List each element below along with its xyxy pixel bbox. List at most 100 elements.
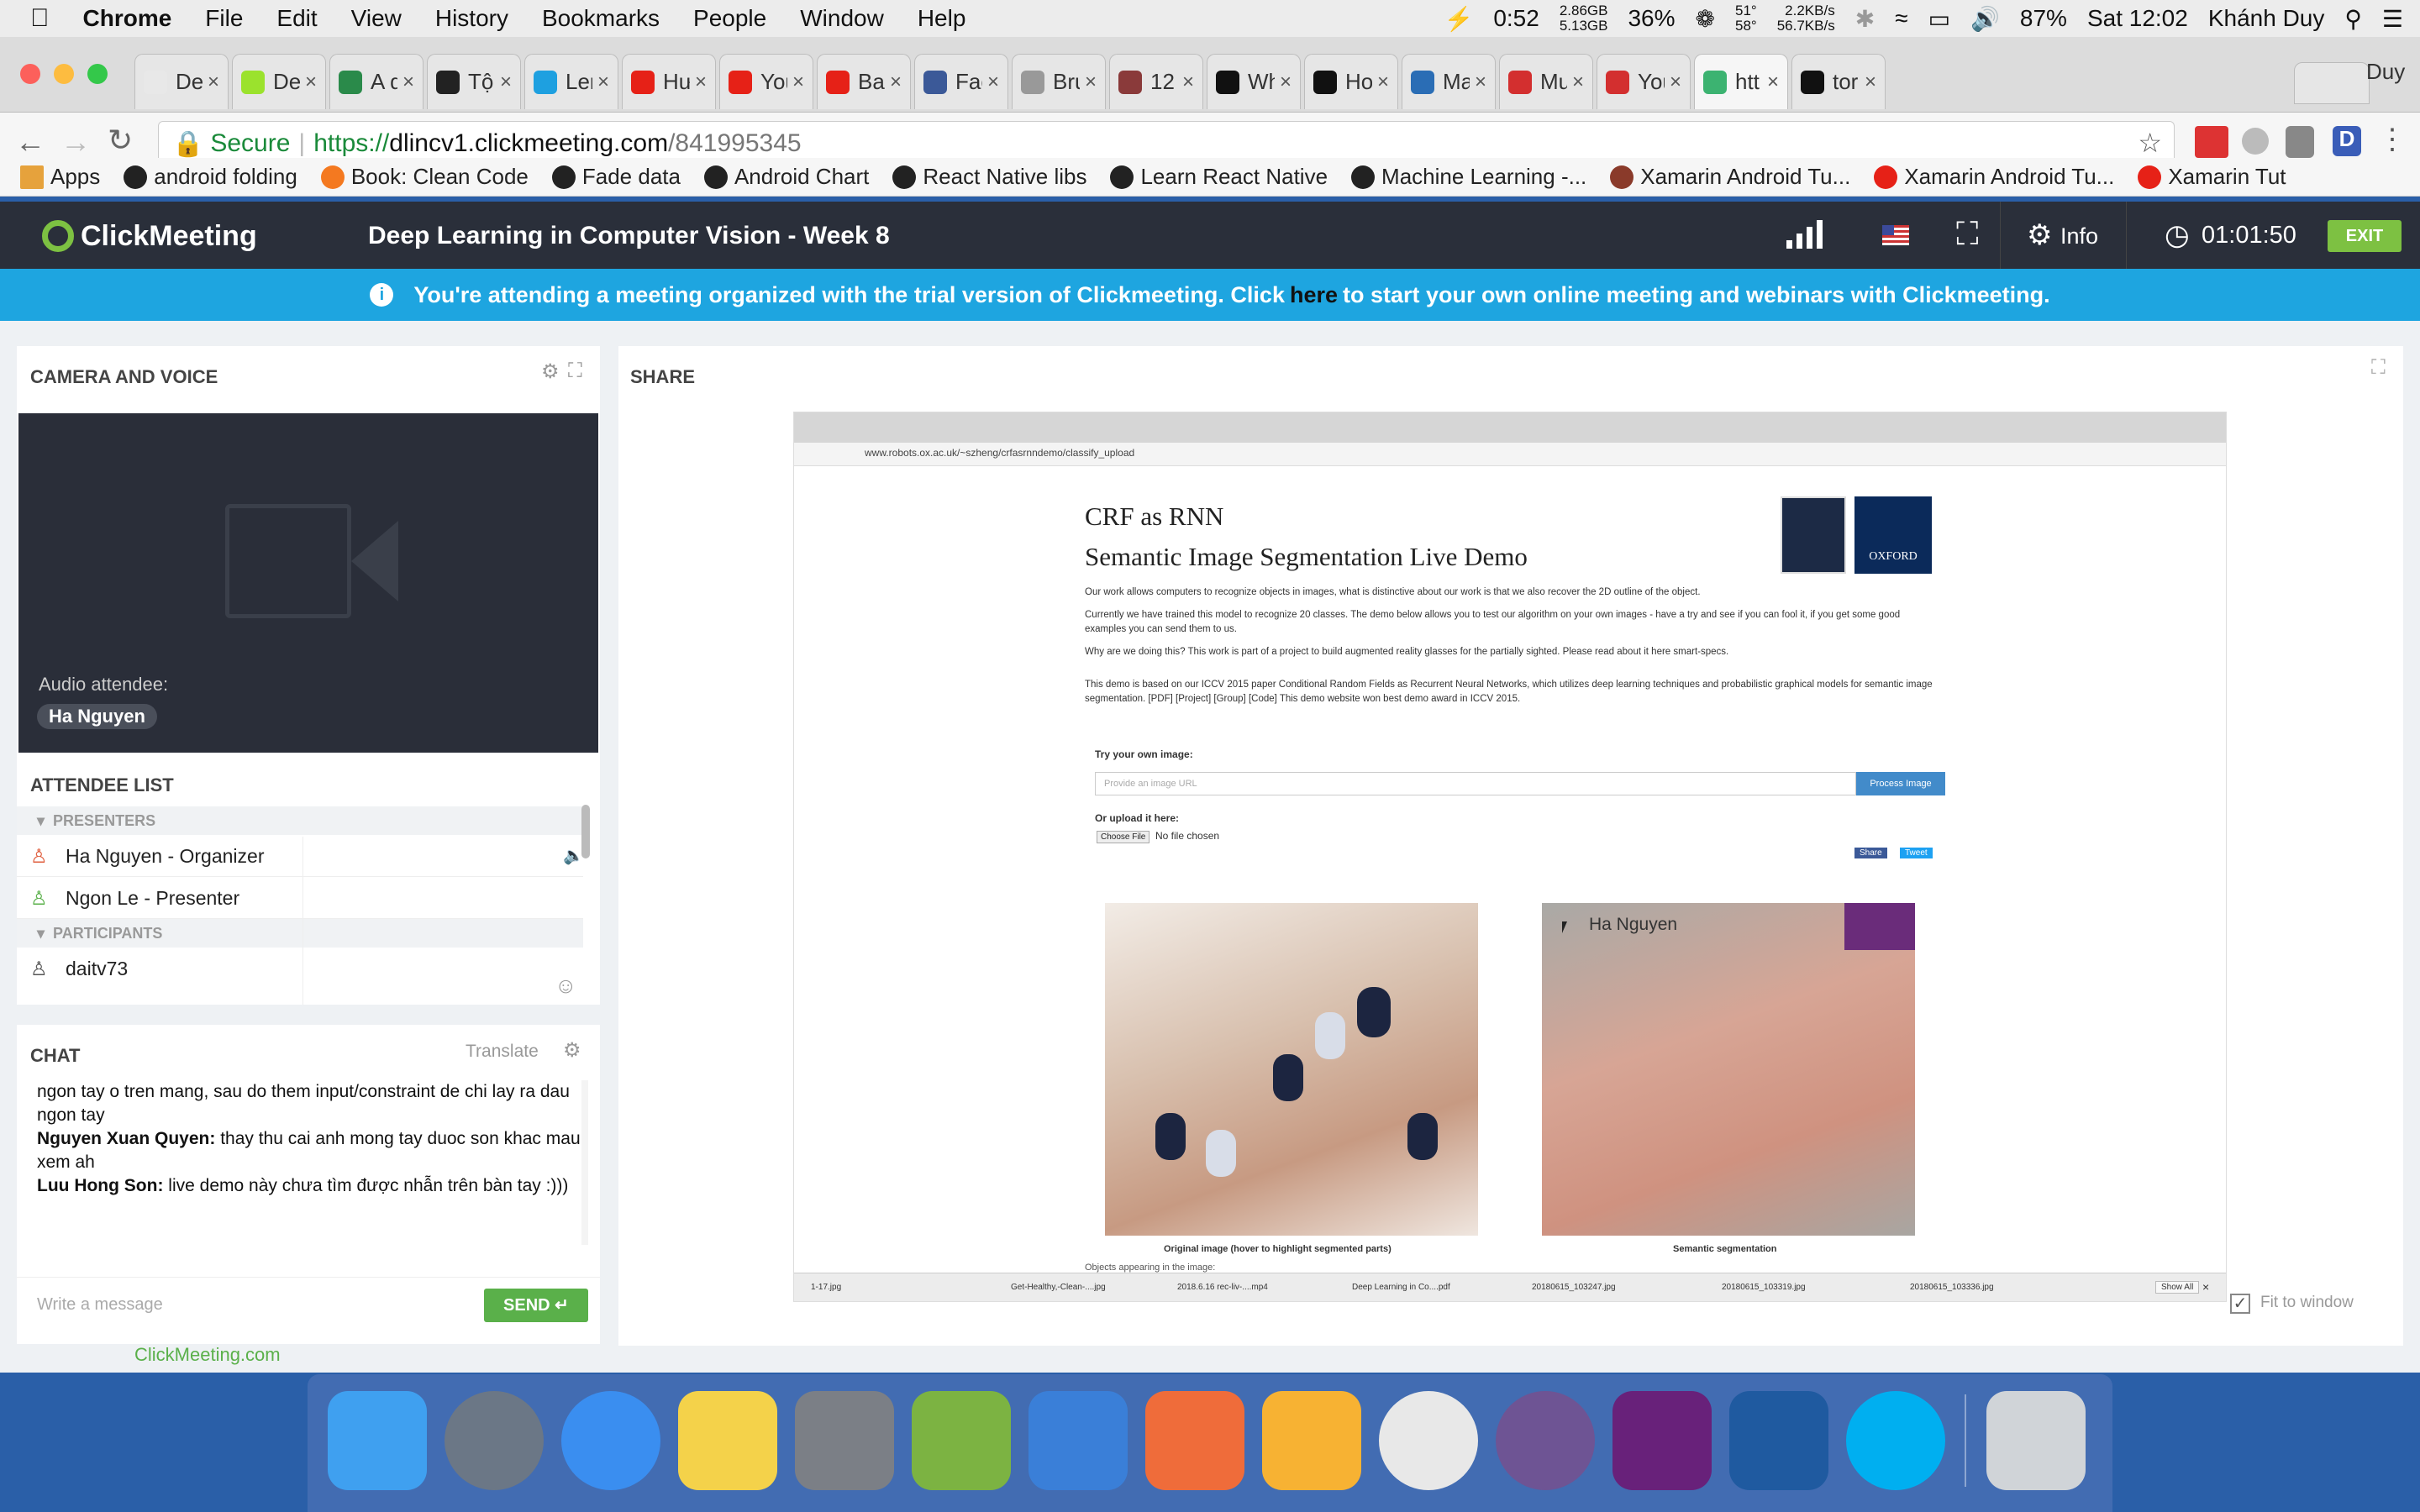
close-tab-icon[interactable]: × xyxy=(1085,71,1097,94)
airplay-icon[interactable]: ▭ xyxy=(1928,5,1950,33)
send-button[interactable]: SEND ↵ xyxy=(484,1289,588,1322)
browser-tab[interactable]: A d× xyxy=(329,54,424,109)
close-tab-icon[interactable]: × xyxy=(597,71,609,94)
battery-percent[interactable]: 87% xyxy=(2020,5,2067,32)
browser-tab[interactable]: Ho × xyxy=(1304,54,1398,109)
android-studio-icon[interactable] xyxy=(912,1391,1011,1490)
camera-expand-icon[interactable]: ⛶ xyxy=(568,360,582,383)
choose-file-button[interactable]: Choose File xyxy=(1097,831,1150,843)
close-tab-icon[interactable]: × xyxy=(305,71,317,94)
close-tab-icon[interactable]: × xyxy=(208,71,219,94)
vscode-icon[interactable] xyxy=(1729,1391,1828,1490)
github-icon[interactable] xyxy=(1496,1391,1595,1490)
fullscreen-icon[interactable]: ⛶ xyxy=(1956,217,1979,253)
close-tab-icon[interactable]: × xyxy=(1377,71,1389,94)
browser-tab[interactable]: torr× xyxy=(1791,54,1886,109)
browser-tab[interactable]: Mu× xyxy=(1499,54,1593,109)
segmentation-image[interactable]: Ha Nguyen xyxy=(1542,903,1915,1236)
browser-tab[interactable]: Bru× xyxy=(1012,54,1106,109)
sketch-icon[interactable] xyxy=(1262,1391,1361,1490)
info-button[interactable]: Info xyxy=(2060,223,2098,249)
notification-center-icon[interactable]: ☰ xyxy=(2382,5,2403,33)
browser-tab[interactable]: 12 × xyxy=(1109,54,1203,109)
close-tab-icon[interactable]: × xyxy=(1182,71,1194,94)
signal-strength-icon[interactable] xyxy=(1786,220,1823,249)
back-icon[interactable]: ← xyxy=(15,124,45,160)
close-tab-icon[interactable]: × xyxy=(890,71,902,94)
close-tab-icon[interactable]: × xyxy=(1767,71,1779,94)
browser-tab[interactable]: htt × xyxy=(1694,54,1788,109)
chat-settings-icon[interactable]: ⚙ xyxy=(563,1038,581,1063)
browser-tab[interactable]: Bac× xyxy=(817,54,911,109)
chat-input[interactable]: Write a message xyxy=(37,1295,163,1315)
new-tab-button[interactable] xyxy=(2294,62,2370,104)
attendee-row[interactable]: ♙ daitv73 xyxy=(17,948,583,990)
close-tab-icon[interactable]: × xyxy=(1280,71,1292,94)
skype-icon[interactable] xyxy=(1846,1391,1945,1490)
xcode-icon[interactable] xyxy=(1028,1391,1128,1490)
itunes-icon[interactable] xyxy=(561,1391,660,1490)
close-tab-icon[interactable]: × xyxy=(987,71,999,94)
bookmark-item[interactable]: Android Chart xyxy=(703,164,869,190)
download-item[interactable]: 20180615_103247.jpg xyxy=(1532,1283,1616,1292)
show-all-downloads-button[interactable]: Show All xyxy=(2155,1281,2200,1294)
language-flag-icon[interactable] xyxy=(1882,225,1909,245)
download-item[interactable]: 20180615_103336.jpg xyxy=(1910,1283,1994,1292)
dashlane-extension-icon[interactable]: D xyxy=(2333,126,2361,156)
menu-view[interactable]: View xyxy=(351,5,402,32)
camera-settings-icon[interactable]: ⚙ xyxy=(541,360,560,384)
menu-file[interactable]: File xyxy=(205,5,243,32)
attendee-scrollbar[interactable] xyxy=(581,805,590,858)
browser-tab[interactable]: Dee× xyxy=(134,54,229,109)
battery-status-icon[interactable]: ⚡ xyxy=(1444,5,1473,33)
forward-icon[interactable]: → xyxy=(60,124,91,160)
bookmark-item[interactable]: Learn React Native xyxy=(1110,164,1328,190)
browser-tab[interactable]: Dee× xyxy=(232,54,326,109)
close-downloads-icon[interactable]: × xyxy=(2202,1280,2209,1294)
menu-bookmarks[interactable]: Bookmarks xyxy=(542,5,660,32)
trash-icon[interactable] xyxy=(1986,1391,2086,1490)
browser-tab[interactable]: You× xyxy=(719,54,813,109)
bookmark-item[interactable]: Fade data xyxy=(551,164,681,190)
wifi-icon[interactable]: ≈ xyxy=(1895,5,1907,32)
browser-tab[interactable]: Tội× xyxy=(427,54,521,109)
launchpad-icon[interactable] xyxy=(445,1391,544,1490)
browser-tab[interactable]: You× xyxy=(1597,54,1691,109)
close-tab-icon[interactable]: × xyxy=(695,71,707,94)
browser-tab[interactable]: Wh× xyxy=(1207,54,1301,109)
bookmark-item[interactable]: Apps xyxy=(20,164,100,190)
info-gear-icon[interactable]: ⚙ xyxy=(2027,218,2052,252)
zoom-window-icon[interactable] xyxy=(87,64,108,84)
fit-to-window-label[interactable]: Fit to window xyxy=(2260,1294,2354,1312)
bookmark-item[interactable]: Xamarin Android Tu... xyxy=(1610,164,1850,190)
chrome-icon[interactable] xyxy=(1379,1391,1478,1490)
banner-here-link[interactable]: here xyxy=(1290,282,1338,308)
close-tab-icon[interactable]: × xyxy=(1670,71,1681,94)
download-item[interactable]: 1-17.jpg xyxy=(811,1283,841,1292)
bluetooth-icon[interactable]: ✱ xyxy=(1855,5,1875,33)
download-item[interactable]: Get-Healthy,-Clean-....jpg xyxy=(1011,1283,1106,1292)
chrome-menu-icon[interactable]: ⋮ xyxy=(2378,123,2407,156)
volume-icon[interactable]: 🔊 xyxy=(1970,5,2000,33)
tweet-button[interactable]: Tweet xyxy=(1900,848,1933,858)
menu-edit[interactable]: Edit xyxy=(276,5,317,32)
bookmark-item[interactable]: React Native libs xyxy=(892,164,1086,190)
temperature-status[interactable]: 51° 58° xyxy=(1735,3,1757,34)
system-preferences-icon[interactable] xyxy=(795,1391,894,1490)
translate-button[interactable]: Translate xyxy=(466,1042,539,1062)
close-tab-icon[interactable]: × xyxy=(402,71,414,94)
bookmark-star-icon[interactable]: ☆ xyxy=(2138,127,2162,159)
bookmark-item[interactable]: Machine Learning -... xyxy=(1351,164,1586,190)
menu-window[interactable]: Window xyxy=(800,5,884,32)
bookmark-item[interactable]: Xamarin Android Tu... xyxy=(1874,164,2114,190)
menu-chrome[interactable]: Chrome xyxy=(83,5,172,32)
network-status[interactable]: 2.2KB/s 56.7KB/s xyxy=(1777,3,1835,34)
share-expand-icon[interactable]: ⛶ xyxy=(2371,356,2386,380)
close-tab-icon[interactable]: × xyxy=(1865,71,1876,94)
browser-tab[interactable]: Ler× xyxy=(524,54,618,109)
download-item[interactable]: 20180615_103319.jpg xyxy=(1722,1283,1806,1292)
close-tab-icon[interactable]: × xyxy=(792,71,804,94)
cpu-status[interactable]: 36% xyxy=(1628,5,1675,32)
fit-to-window-checkbox[interactable]: ✓ xyxy=(2230,1294,2250,1314)
download-item[interactable]: 2018.6.16 rec-liv-....mp4 xyxy=(1177,1283,1268,1292)
